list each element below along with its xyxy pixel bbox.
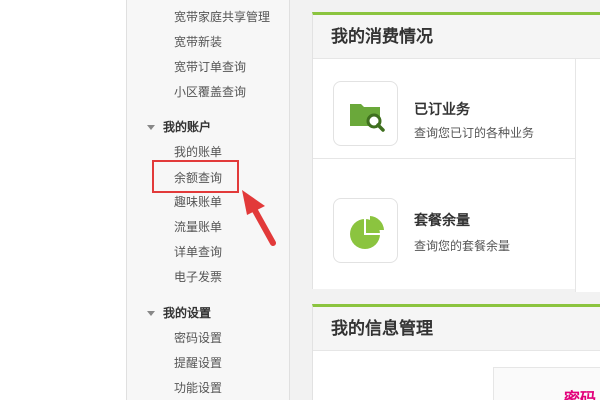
card-description: 查询您已订的各种业务 [414, 126, 535, 140]
card-subscribed-services[interactable]: 已订业务 查询您已订的各种业务 [313, 59, 575, 159]
next-column-card[interactable] [576, 59, 600, 292]
info-card-partial-text: 密码 [564, 389, 597, 400]
card-title: 已订业务 [414, 102, 470, 118]
card-title: 套餐余量 [414, 213, 470, 229]
consumption-panel-title: 我的消费情况 [313, 15, 600, 59]
consumption-panel: 我的消费情况 已订业务 查询您已订的各种业务 套餐余量 查询您的套餐余量 [312, 12, 600, 292]
pie-chart-icon [333, 198, 398, 263]
card-description: 查询您的套餐余量 [414, 239, 511, 253]
info-card[interactable]: 密码 [493, 367, 600, 400]
folder-search-icon [333, 81, 398, 146]
info-management-panel: 我的信息管理 密码 [312, 304, 600, 400]
info-management-panel-title: 我的信息管理 [313, 307, 600, 351]
card-package-balance[interactable]: 套餐余量 查询您的套餐余量 [313, 165, 575, 292]
